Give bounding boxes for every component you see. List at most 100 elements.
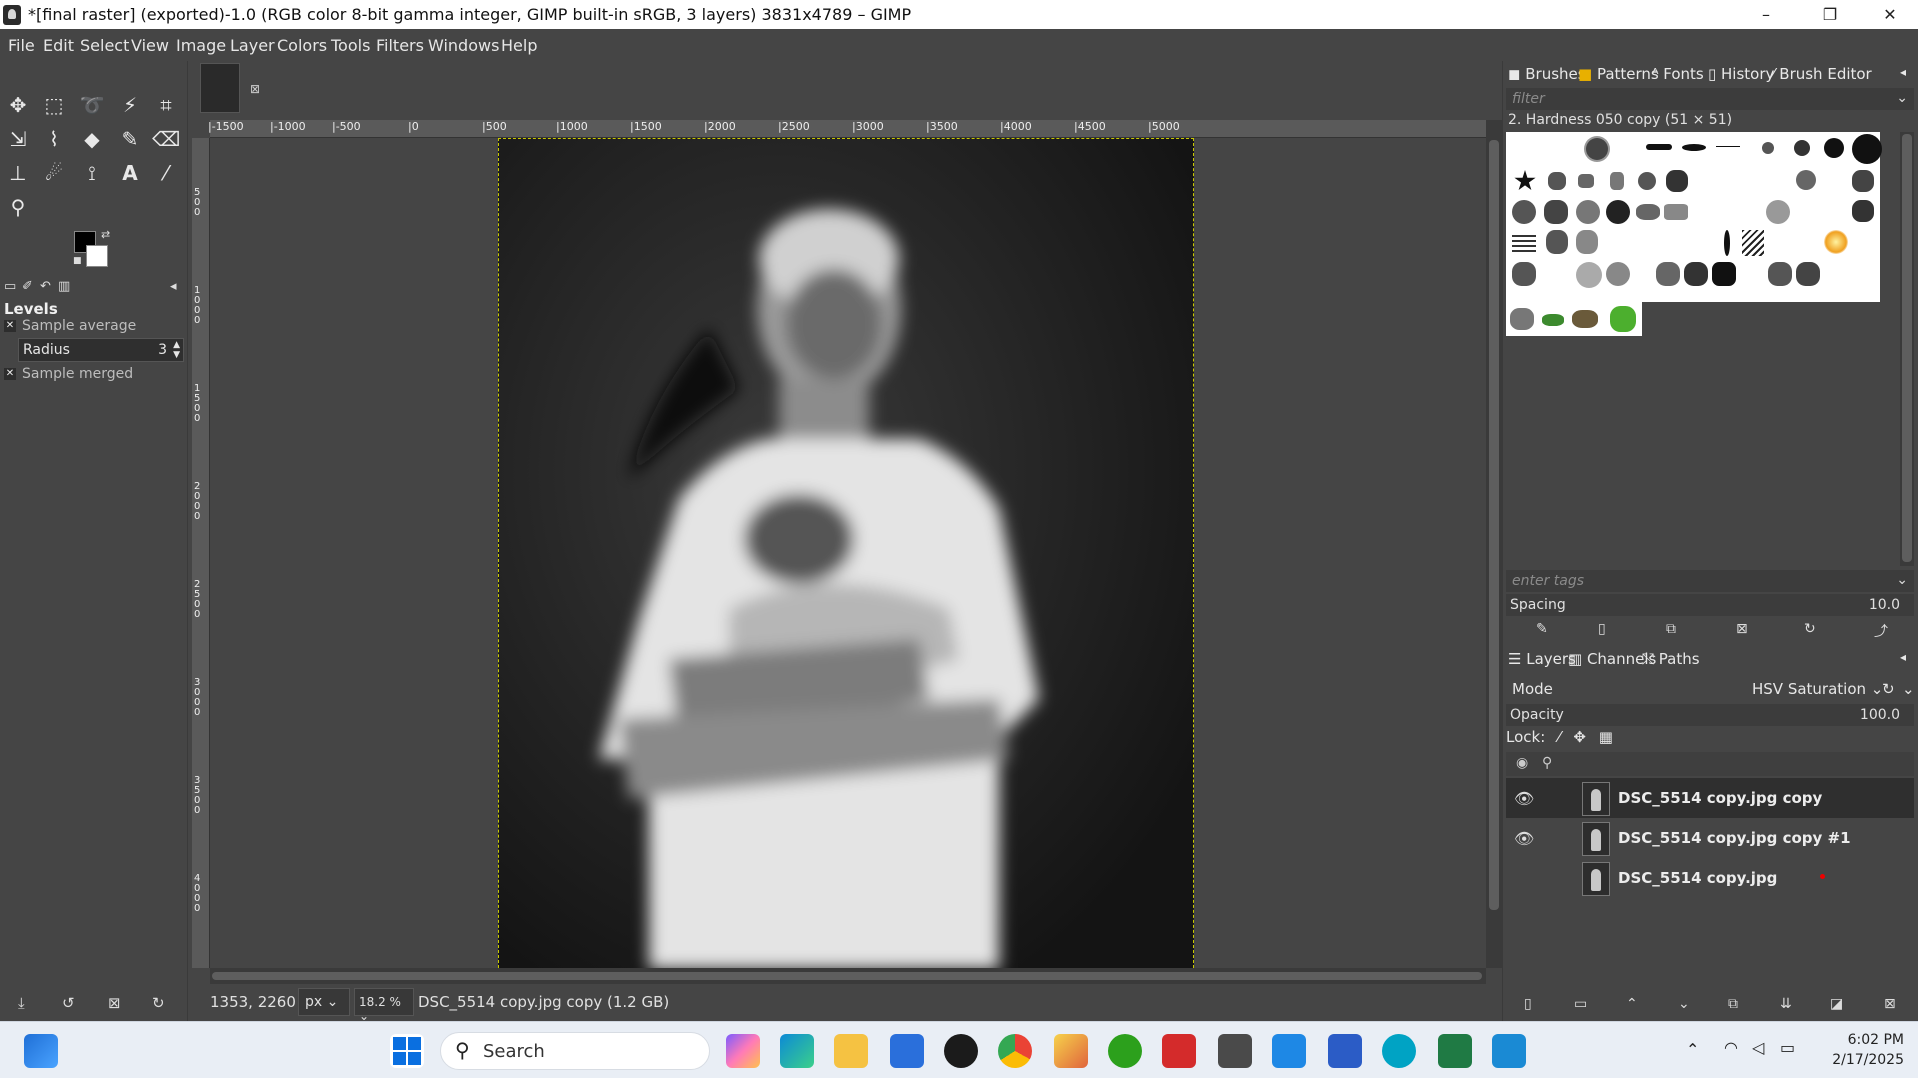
clone-icon[interactable]: ⊥ bbox=[4, 159, 32, 187]
tool-options-tab-icon[interactable]: ▭ bbox=[4, 279, 16, 294]
paths-icon[interactable]: ⟟ bbox=[78, 159, 106, 187]
brush-filter-input[interactable]: filter ⌄ bbox=[1506, 88, 1914, 110]
battery-icon[interactable]: ▭ bbox=[1780, 1038, 1795, 1057]
color-picker-icon[interactable]: ⁄ bbox=[152, 159, 180, 187]
tab-history[interactable]: ▯ History bbox=[1708, 65, 1774, 83]
refresh-brushes-icon[interactable]: ↻ bbox=[1804, 621, 1816, 637]
brush-item[interactable] bbox=[1646, 144, 1672, 150]
zoom-icon[interactable]: ⚲ bbox=[4, 193, 32, 221]
brush-item[interactable] bbox=[1512, 232, 1536, 252]
tab-paths[interactable]: ⤲ Paths bbox=[1642, 650, 1700, 668]
rect-select-icon[interactable]: ⬚ bbox=[40, 91, 68, 119]
brush-item[interactable] bbox=[1794, 140, 1810, 156]
brush-item[interactable] bbox=[1512, 262, 1536, 286]
delete-layer-icon[interactable]: ⊠ bbox=[1884, 996, 1896, 1012]
maximize-button[interactable]: ❐ bbox=[1802, 0, 1858, 29]
brush-item[interactable] bbox=[1724, 230, 1730, 256]
brush-item[interactable] bbox=[1824, 138, 1844, 158]
volume-icon[interactable]: ◁ bbox=[1752, 1038, 1764, 1057]
lock-position-icon[interactable]: ✥ bbox=[1573, 728, 1586, 746]
brush-item[interactable] bbox=[1576, 262, 1602, 288]
lock-pixels-icon[interactable]: ⁄ bbox=[1558, 728, 1561, 746]
excel-icon[interactable] bbox=[1438, 1034, 1472, 1068]
open-brush-folder-icon[interactable]: ⤴ bbox=[1874, 621, 1888, 641]
brush-item[interactable] bbox=[1762, 142, 1774, 154]
chevron-down-icon[interactable]: ⌄ bbox=[1902, 680, 1915, 698]
restore-options-icon[interactable]: ↺ bbox=[62, 994, 75, 1012]
edit-brush-icon[interactable]: ✎ bbox=[1536, 621, 1548, 637]
merge-layer-icon[interactable]: ⇊ bbox=[1780, 996, 1792, 1012]
notepad-icon[interactable] bbox=[1272, 1034, 1306, 1068]
brush-item[interactable] bbox=[1544, 200, 1568, 224]
vscode-icon[interactable] bbox=[1492, 1034, 1526, 1068]
brush-item[interactable] bbox=[1606, 200, 1630, 224]
file-explorer-icon[interactable] bbox=[834, 1034, 868, 1068]
reset-options-icon[interactable]: ↻ bbox=[152, 994, 165, 1012]
new-brush-icon[interactable]: ▯ bbox=[1598, 621, 1606, 637]
lock-alpha-icon[interactable]: ▦ bbox=[1599, 728, 1613, 746]
clock[interactable]: 6:02 PM 2/17/2025 bbox=[1820, 1030, 1904, 1070]
add-mask-icon[interactable]: ◪ bbox=[1830, 996, 1843, 1012]
store-icon[interactable] bbox=[890, 1034, 924, 1068]
brush-grid[interactable] bbox=[1506, 132, 1882, 302]
text-tool-icon[interactable]: A bbox=[116, 159, 144, 187]
menu-image[interactable]: Image bbox=[176, 36, 226, 55]
reset-colors-icon[interactable]: ■ bbox=[73, 256, 82, 266]
brush-item[interactable] bbox=[1546, 230, 1568, 254]
brush-item[interactable] bbox=[1512, 200, 1536, 224]
brush-item[interactable] bbox=[1548, 172, 1566, 190]
image-canvas[interactable] bbox=[498, 138, 1194, 968]
layer-row[interactable]: DSC_5514 copy.jpg bbox=[1506, 858, 1914, 898]
vertical-ruler[interactable]: 500 1000 1500 2000 2500 3000 3500 4000 bbox=[192, 138, 210, 968]
brush-item[interactable] bbox=[1824, 230, 1848, 254]
duplicate-brush-icon[interactable]: ⧉ bbox=[1666, 621, 1676, 637]
warp-icon[interactable]: ⌇ bbox=[40, 125, 68, 153]
spinner-arrows-icon[interactable]: ▲ ▼ bbox=[173, 340, 180, 360]
brush-item[interactable] bbox=[1578, 174, 1594, 188]
gimp-taskbar-icon[interactable] bbox=[1218, 1034, 1252, 1068]
brush-item[interactable] bbox=[1664, 204, 1688, 220]
tab-brushes[interactable]: ◼ Brushes bbox=[1508, 65, 1586, 83]
dell-icon[interactable] bbox=[944, 1034, 978, 1068]
wifi-icon[interactable]: ◠ bbox=[1724, 1038, 1738, 1057]
menu-select[interactable]: Select bbox=[80, 36, 129, 55]
sample-merged-option[interactable]: ✕ Sample merged bbox=[4, 366, 133, 382]
app-c-icon[interactable] bbox=[1382, 1034, 1416, 1068]
brush-item[interactable] bbox=[1852, 200, 1874, 222]
brush-pepper[interactable] bbox=[1610, 306, 1636, 332]
menu-view[interactable]: View bbox=[131, 36, 169, 55]
brush-item[interactable] bbox=[1684, 262, 1708, 286]
start-button[interactable] bbox=[390, 1034, 424, 1068]
checkbox-icon[interactable]: ✕ bbox=[4, 368, 16, 380]
brush-item[interactable] bbox=[1576, 230, 1598, 254]
brush-hardness-050[interactable] bbox=[1586, 138, 1608, 160]
scrollbar-thumb[interactable] bbox=[212, 972, 1482, 980]
brush-item[interactable] bbox=[1606, 262, 1630, 286]
brush-scrollbar[interactable] bbox=[1900, 132, 1914, 566]
delete-brush-icon[interactable]: ⊠ bbox=[1736, 621, 1748, 637]
spacing-slider[interactable]: Spacing 10.0 bbox=[1506, 594, 1914, 616]
brush-item[interactable] bbox=[1796, 262, 1820, 286]
brush-grid-row[interactable] bbox=[1506, 302, 1642, 336]
brush-item[interactable] bbox=[1682, 144, 1706, 151]
sample-average-option[interactable]: ✕ Sample average bbox=[4, 318, 136, 334]
image-tab-thumbnail[interactable] bbox=[200, 63, 240, 113]
tab-patterns[interactable]: ■ Patterns bbox=[1578, 65, 1659, 83]
checkbox-icon[interactable]: ✕ bbox=[4, 320, 16, 332]
scrollbar-thumb[interactable] bbox=[1902, 134, 1912, 562]
brush-item[interactable] bbox=[1766, 200, 1790, 224]
menu-windows[interactable]: Windows bbox=[428, 36, 499, 55]
raise-layer-icon[interactable]: ⌃ bbox=[1626, 996, 1638, 1012]
crop-icon[interactable]: ⌗ bbox=[152, 91, 180, 119]
horizontal-scrollbar[interactable] bbox=[210, 968, 1486, 984]
close-button[interactable]: ✕ bbox=[1862, 0, 1918, 29]
close-tab-icon[interactable]: ⊠ bbox=[250, 82, 260, 96]
chrome-icon[interactable] bbox=[998, 1034, 1032, 1068]
tab-brush-editor[interactable]: ⁄ Brush Editor bbox=[1772, 65, 1872, 83]
brush-item[interactable] bbox=[1510, 308, 1534, 330]
swap-colors-icon[interactable]: ⇄ bbox=[101, 228, 110, 241]
new-layer-group-icon[interactable]: ▭ bbox=[1574, 996, 1587, 1012]
brush-leaf[interactable] bbox=[1542, 314, 1564, 326]
brush-star[interactable] bbox=[1514, 170, 1536, 191]
brush-item[interactable] bbox=[1716, 146, 1740, 147]
